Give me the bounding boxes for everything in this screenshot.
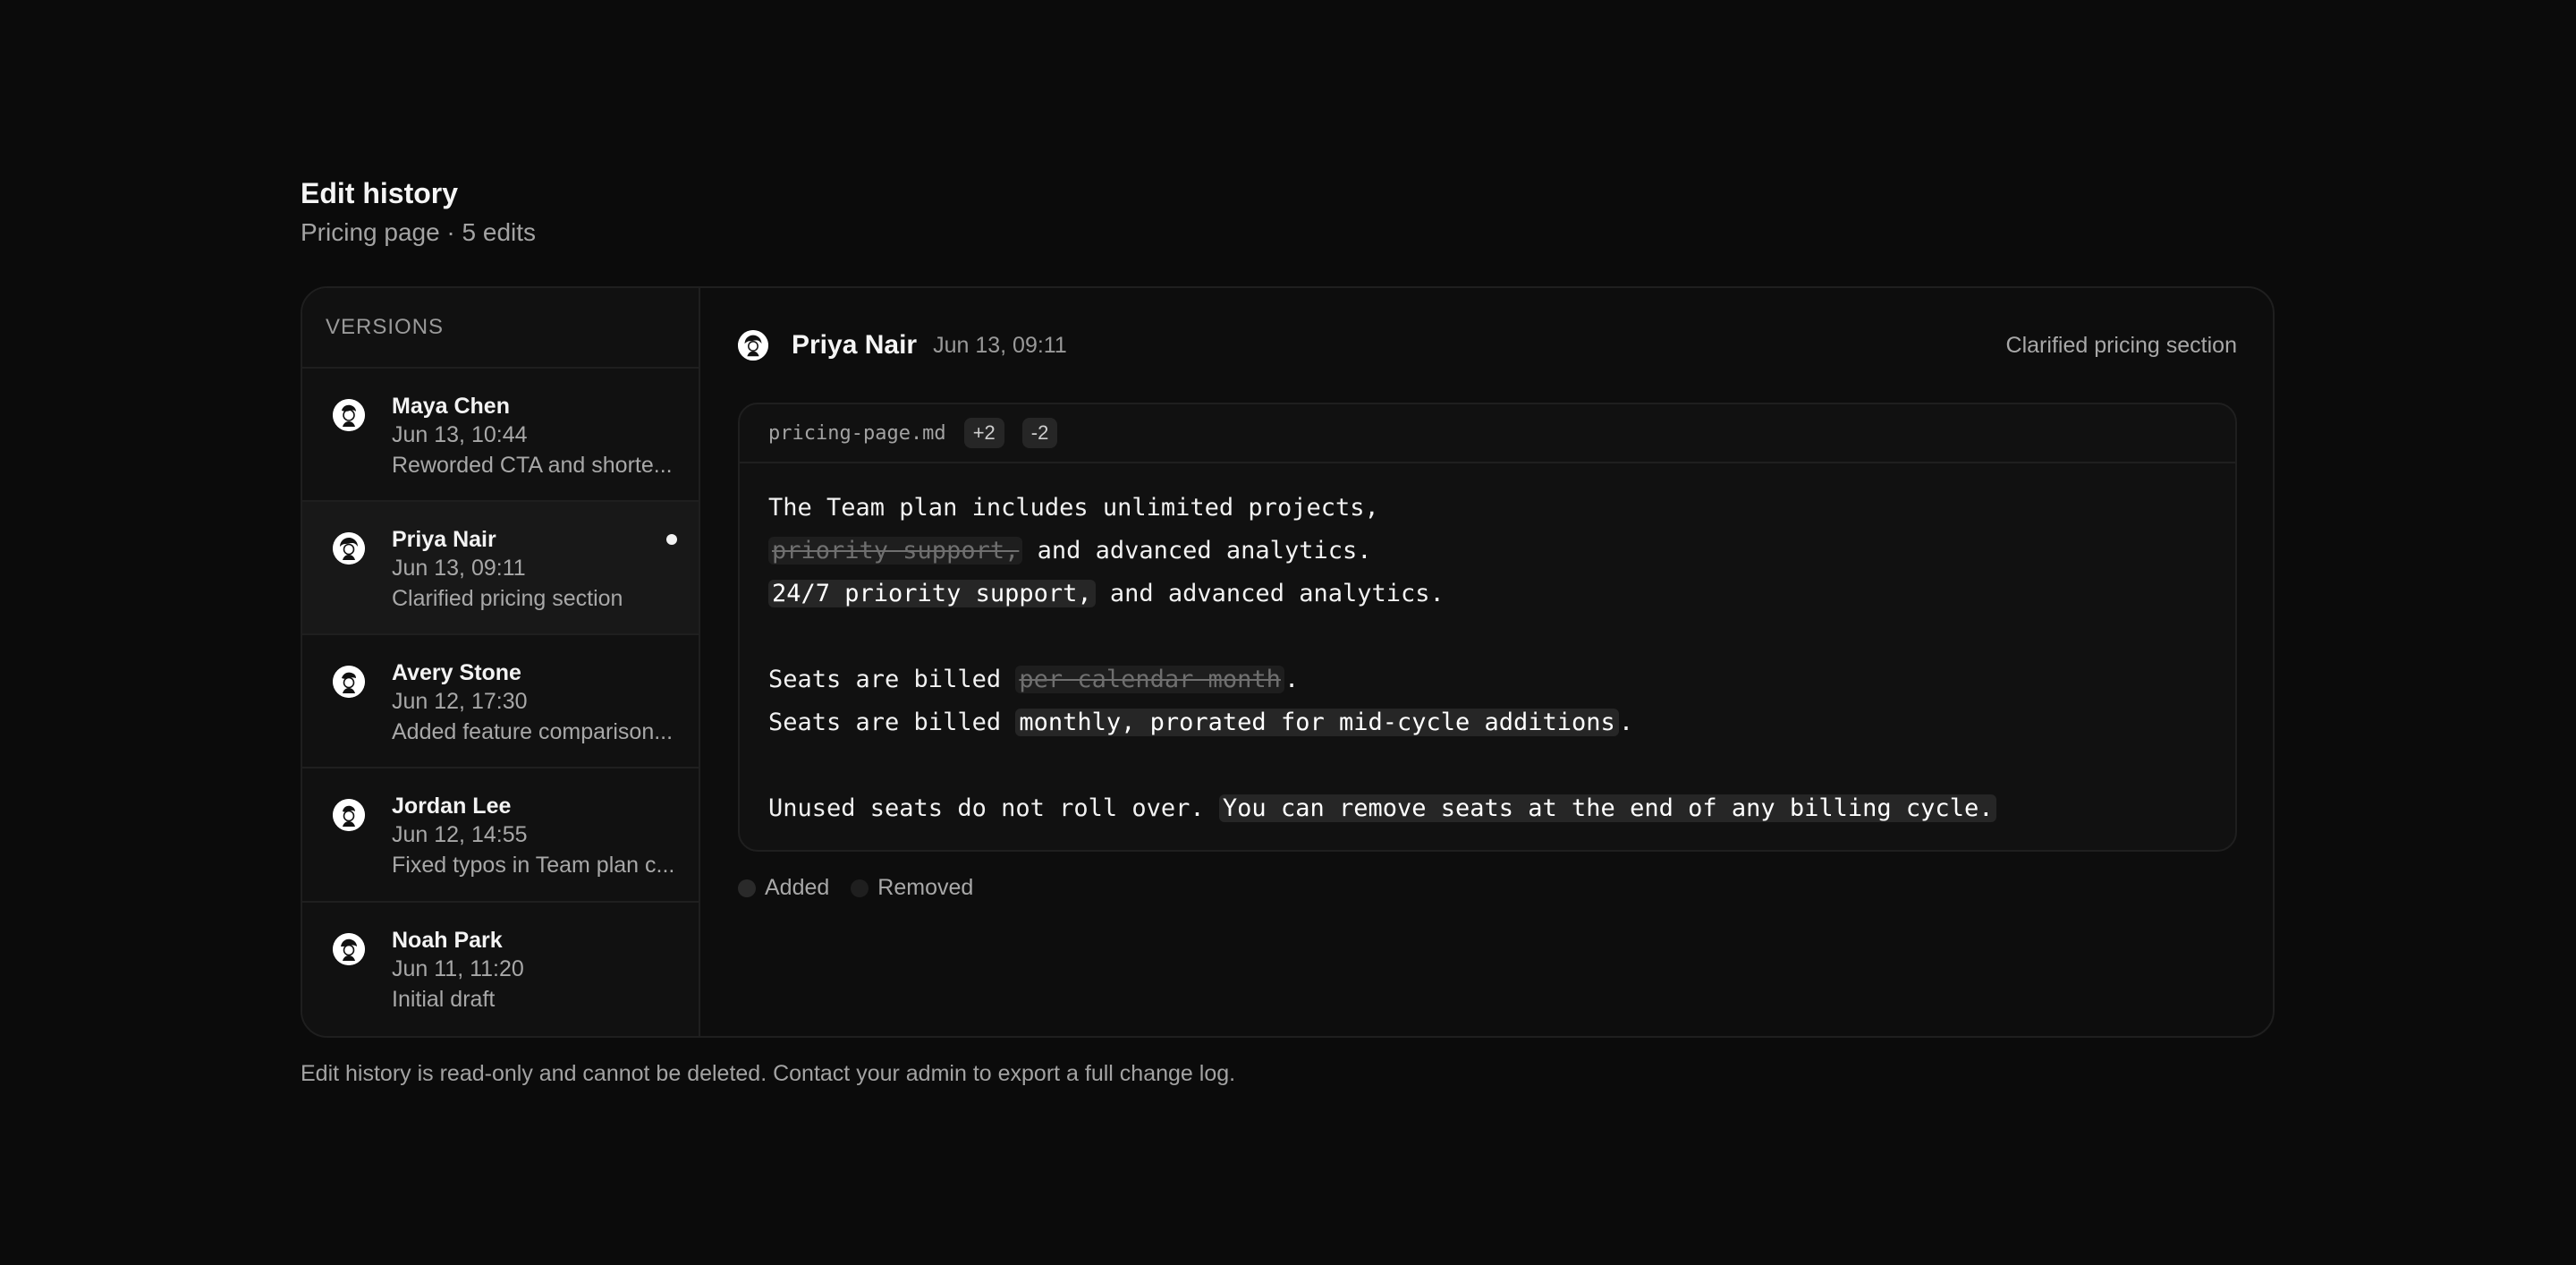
avatar-icon [333,398,365,431]
line-text: . [1618,709,1634,736]
version-author: Maya Chen [392,393,510,419]
edit-history-page: Edit history Pricing page · 5 edits VERS… [301,175,2275,1087]
diff-content: The Team plan includes unlimited project… [740,463,2235,850]
added-text: monthly, prorated for mid-cycle addition… [1015,709,1619,736]
version-item-priya-nair[interactable]: Priya Nair Jun 13, 09:11 Clarified prici… [302,501,699,636]
version-time: Jun 11, 11:20 [392,955,524,981]
line-text: . [1284,666,1300,693]
legend-added: Added [738,875,829,901]
avatar-icon [738,330,768,361]
version-description: Fixed typos in Team plan c... [392,853,675,879]
added-swatch-icon [738,879,756,897]
line-text: The Team plan includes unlimited project… [768,494,1379,522]
legend-removed: Removed [851,875,973,901]
avatar-icon [333,799,365,832]
version-item-noah-park[interactable]: Noah Park Jun 11, 11:20 Initial draft [302,903,699,1036]
version-item-maya-chen[interactable]: Maya Chen Jun 13, 10:44 Reworded CTA and… [302,369,699,502]
removed-text: per calendar month [1015,666,1284,693]
added-text: 24/7 priority support, [768,580,1096,607]
avatar-icon [333,932,365,965]
page-subtitle: Pricing page · 5 edits [301,218,537,246]
line-text: Seats are billed [768,709,1016,736]
version-time: Jun 12, 17:30 [392,689,528,715]
diff-legend: Added Removed [738,875,2237,901]
added-text: You can remove seats at the end of any b… [1218,794,1997,822]
version-detail: Priya Nair Jun 13, 09:11 Clarified prici… [700,288,2273,1036]
legend-added-label: Added [765,875,830,900]
avatar-icon [333,531,365,565]
line-text: Unused seats do not roll over. [768,794,1219,822]
line-text: Seats are billed [768,666,1016,693]
removed-text: priority support, [768,537,1023,565]
footer-note: Edit history is read-only and cannot be … [301,1061,1236,1086]
legend-removed-label: Removed [877,875,974,900]
diff-line: 24/7 priority support, and advanced anal… [768,573,2207,616]
detail-author: Priya Nair [792,330,918,360]
detail-time: Jun 13, 09:11 [933,332,1067,358]
version-description: Clarified pricing section [392,585,623,611]
diff-line: The Team plan includes unlimited project… [768,487,2207,530]
additions-count: +2 [963,418,1004,448]
version-author: Avery Stone [392,660,521,686]
detail-header: Priya Nair Jun 13, 09:11 Clarified prici… [738,288,2237,403]
diff-line: priority support, and advanced analytics… [768,530,2207,573]
diff-line: Seats are billed monthly, prorated for m… [768,701,2207,744]
diff-line-blank [768,744,2207,787]
line-text: and advanced analytics. [1095,580,1445,607]
file-name: pricing-page.md [768,421,946,445]
history-panel: VERSIONS Maya Chen Jun 13, 10:44 Reworde… [301,286,2275,1038]
versions-label: VERSIONS [302,288,699,369]
version-time: Jun 12, 14:55 [392,822,528,848]
diff-line: Unused seats do not roll over. You can r… [768,787,2207,830]
version-author: Priya Nair [392,526,496,552]
removed-swatch-icon [851,879,869,897]
diff-line-blank [768,616,2207,658]
version-description: Initial draft [392,986,496,1012]
diff-header: pricing-page.md +2 -2 [740,404,2235,463]
version-item-avery-stone[interactable]: Avery Stone Jun 12, 17:30 Added feature … [302,635,699,769]
version-time: Jun 13, 09:11 [392,555,526,581]
avatar-icon [333,666,365,699]
selected-indicator [666,533,677,545]
line-text: and advanced analytics. [1022,537,1372,565]
diff-line: Seats are billed per calendar month. [768,658,2207,701]
version-description: Added feature comparison... [392,719,674,745]
version-author: Noah Park [392,927,503,953]
version-author: Jordan Lee [392,794,512,819]
deletions-count: -2 [1021,418,1058,448]
diff-view: pricing-page.md +2 -2 The Team plan incl… [738,403,2237,852]
versions-sidebar: VERSIONS Maya Chen Jun 13, 10:44 Reworde… [302,288,700,1036]
detail-summary: Clarified pricing section [2005,332,2237,358]
page-title: Edit history [301,177,459,209]
version-item-jordan-lee[interactable]: Jordan Lee Jun 12, 14:55 Fixed typos in … [302,768,699,903]
version-description: Reworded CTA and shorte... [392,452,673,478]
version-time: Jun 13, 10:44 [392,421,528,447]
